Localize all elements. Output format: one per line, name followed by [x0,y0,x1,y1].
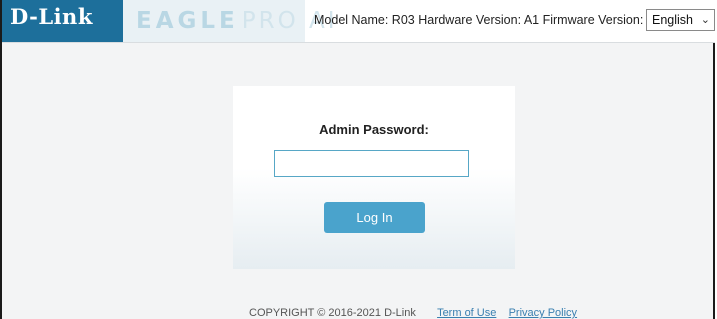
page-frame: D-Link EAGLE PRO AI Model Name: R03 Hard… [0,0,715,319]
copyright-text: COPYRIGHT © 2016-2021 D-Link [249,307,416,319]
privacy-link[interactable]: Privacy Policy [509,307,577,319]
password-field[interactable] [274,150,469,177]
eaglepro-brand: EAGLE PRO AI [136,6,338,36]
language-value: English [652,13,693,27]
brand-primary: EAGLE [136,8,239,34]
terms-link[interactable]: Term of Use [437,307,496,319]
footer: COPYRIGHT © 2016-2021 D-Link Term of Use… [249,307,577,319]
language-select[interactable]: English ⌄ [646,9,715,31]
login-button[interactable]: Log In [324,202,425,233]
logo-text: D-Link [10,4,93,29]
model-info: Model Name: R03 Hardware Version: A1 Fir… [314,13,689,27]
header-bar: D-Link EAGLE PRO AI Model Name: R03 Hard… [2,0,715,43]
chevron-down-icon: ⌄ [700,14,710,26]
password-label: Admin Password: [319,122,429,137]
dlink-logo: D-Link [2,0,123,42]
login-card: Admin Password: Log In [233,86,515,269]
